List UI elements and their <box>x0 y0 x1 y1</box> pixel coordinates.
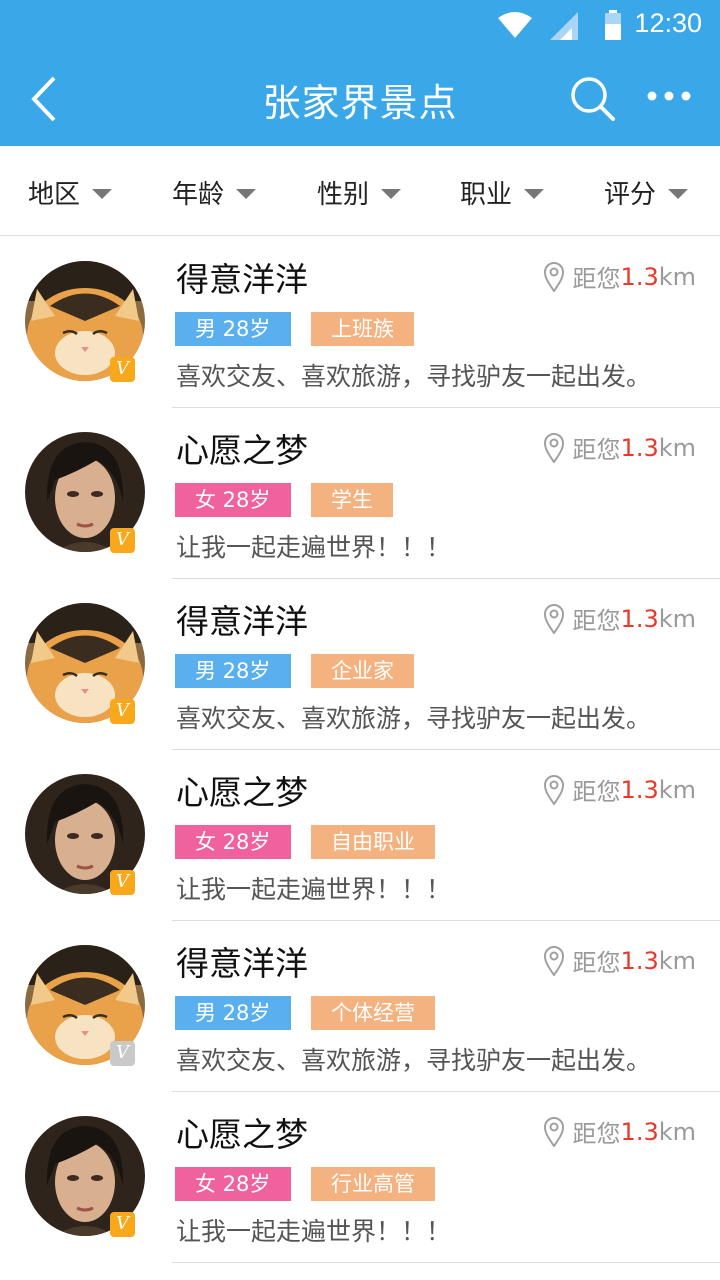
search-icon[interactable] <box>568 74 616 122</box>
user-bio: 喜欢交友、喜欢旅游，寻找驴友一起出发。 <box>176 362 652 391</box>
wifi-icon <box>498 12 532 38</box>
caret-down-icon <box>236 188 257 199</box>
gender-age-tag: 女 28岁 <box>175 1167 291 1201</box>
distance: 距您 1.3 km <box>543 1114 696 1149</box>
distance-value: 1.3 <box>620 775 659 804</box>
distance-prefix: 距您 <box>572 436 621 464</box>
location-pin-icon <box>543 603 564 634</box>
filter-label: 性别 <box>317 180 370 210</box>
user-bio: 喜欢交友、喜欢旅游，寻找驴友一起出发。 <box>176 1046 652 1075</box>
filter-label: 地区 <box>28 180 81 210</box>
caret-down-icon <box>92 188 113 199</box>
distance: 距您 1.3 km <box>543 430 696 465</box>
user-bio: 让我一起走遍世界！！！ <box>176 875 452 904</box>
filter-rating[interactable]: 评分 <box>604 174 689 211</box>
status-bar: 12:30 <box>0 0 720 50</box>
location-pin-icon <box>543 945 564 976</box>
user-name: 得意洋洋 <box>176 944 308 983</box>
distance-value: 1.3 <box>620 433 659 462</box>
filter-label: 职业 <box>460 180 513 210</box>
occupation-tag: 个体经营 <box>311 996 435 1030</box>
list-item[interactable]: V 心愿之梦 距您 1.3 km 女 28岁 自由职业让我一起走遍世界！！！ <box>0 750 720 921</box>
status-time: 12:30 <box>634 8 702 38</box>
location-pin-icon <box>543 432 564 463</box>
distance-value: 1.3 <box>620 946 659 975</box>
distance-value: 1.3 <box>620 262 659 291</box>
verified-badge-icon: V <box>110 1041 135 1066</box>
user-name: 心愿之梦 <box>176 431 308 470</box>
distance-prefix: 距您 <box>572 1120 621 1148</box>
list-item[interactable]: V 心愿之梦 距您 1.3 km 女 28岁 学生让我一起走遍世界！！！ <box>0 408 720 579</box>
distance: 距您 1.3 km <box>543 601 696 636</box>
caret-down-icon <box>668 188 689 199</box>
filter-region[interactable]: 地区 <box>28 174 113 211</box>
verified-badge-icon: V <box>110 528 135 553</box>
gender-age-tag: 男 28岁 <box>175 312 291 346</box>
verified-badge-icon: V <box>110 1212 135 1237</box>
gender-age-tag: 男 28岁 <box>175 654 291 688</box>
distance-prefix: 距您 <box>572 265 621 293</box>
user-bio: 让我一起走遍世界！！！ <box>176 533 452 562</box>
list-item[interactable]: V 心愿之梦 距您 1.3 km 女 28岁 行业高管让我一起走遍世界！！！ <box>0 1092 720 1263</box>
more-dots-icon[interactable] <box>646 86 692 106</box>
distance: 距您 1.3 km <box>543 259 696 294</box>
distance: 距您 1.3 km <box>543 943 696 978</box>
filter-age[interactable]: 年龄 <box>172 174 257 211</box>
filter-gender[interactable]: 性别 <box>317 174 402 211</box>
distance-prefix: 距您 <box>572 607 621 635</box>
filter-label: 评分 <box>604 180 657 210</box>
filter-label: 年龄 <box>172 180 225 210</box>
caret-down-icon <box>524 188 545 199</box>
location-pin-icon <box>543 774 564 805</box>
gender-age-tag: 女 28岁 <box>175 483 291 517</box>
verified-badge-icon: V <box>110 870 135 895</box>
distance-prefix: 距您 <box>572 778 621 806</box>
distance-unit: km <box>658 262 696 291</box>
distance-value: 1.3 <box>620 1117 659 1146</box>
distance-value: 1.3 <box>620 604 659 633</box>
location-pin-icon <box>543 1116 564 1147</box>
gender-age-tag: 女 28岁 <box>175 825 291 859</box>
list-item[interactable]: V 得意洋洋 距您 1.3 km 男 28岁 企业家喜欢交友、喜欢旅游，寻找驴友一起出发。 <box>0 579 720 750</box>
occupation-tag: 上班族 <box>311 312 414 346</box>
occupation-tag: 行业高管 <box>311 1167 435 1201</box>
occupation-tag: 自由职业 <box>311 825 435 859</box>
distance-unit: km <box>658 604 696 633</box>
app-header: 12:30 张家界景点 <box>0 0 720 146</box>
filter-occupation[interactable]: 职业 <box>460 174 545 211</box>
user-name: 得意洋洋 <box>176 602 308 641</box>
divider <box>172 1262 720 1263</box>
user-bio: 喜欢交友、喜欢旅游，寻找驴友一起出发。 <box>176 704 652 733</box>
battery-icon <box>605 10 621 40</box>
gender-age-tag: 男 28岁 <box>175 996 291 1030</box>
distance-unit: km <box>658 1117 696 1146</box>
occupation-tag: 企业家 <box>311 654 414 688</box>
distance: 距您 1.3 km <box>543 772 696 807</box>
occupation-tag: 学生 <box>311 483 393 517</box>
list-item[interactable]: V 得意洋洋 距您 1.3 km 男 28岁 上班族喜欢交友、喜欢旅游，寻找驴友一起出发。 <box>0 237 720 408</box>
distance-prefix: 距您 <box>572 949 621 977</box>
verified-badge-icon: V <box>110 699 135 724</box>
distance-unit: km <box>658 775 696 804</box>
location-pin-icon <box>543 261 564 292</box>
verified-badge-icon: V <box>110 357 135 382</box>
user-name: 得意洋洋 <box>176 260 308 299</box>
filter-bar: 地区 年龄 性别 职业 评分 <box>0 146 720 236</box>
distance-unit: km <box>658 946 696 975</box>
caret-down-icon <box>381 188 402 199</box>
signal-icon <box>550 12 578 40</box>
list-item[interactable]: V 得意洋洋 距您 1.3 km 男 28岁 个体经营喜欢交友、喜欢旅游，寻找驴友一起出发。 <box>0 921 720 1092</box>
user-bio: 让我一起走遍世界！！！ <box>176 1217 452 1246</box>
user-name: 心愿之梦 <box>176 773 308 812</box>
user-name: 心愿之梦 <box>176 1115 308 1154</box>
distance-unit: km <box>658 433 696 462</box>
